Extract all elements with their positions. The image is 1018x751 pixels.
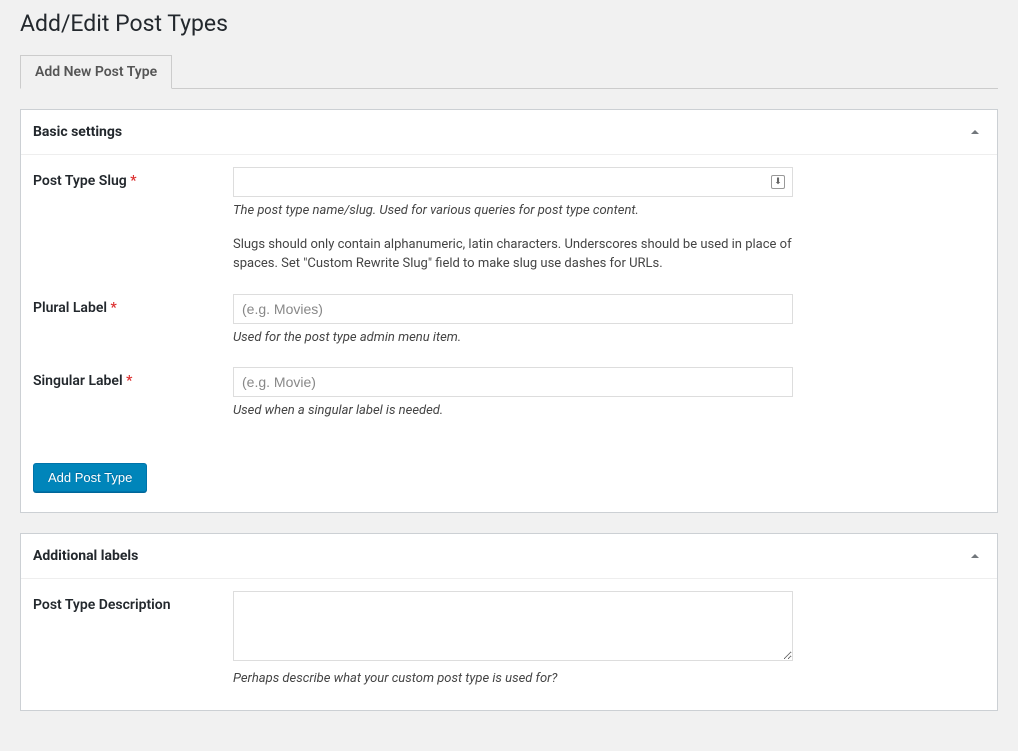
panel-basic-settings: Basic settings Post Type Slug * ⬇ The po… — [20, 109, 998, 513]
label-singular: Singular Label * — [33, 367, 233, 389]
collapse-icon[interactable] — [965, 546, 985, 566]
collapse-icon[interactable] — [965, 122, 985, 142]
panel-additional-header[interactable]: Additional labels — [21, 534, 997, 579]
tab-wrapper: Add New Post Type — [20, 55, 998, 89]
row-post-type-description: Post Type Description Perhaps describe w… — [33, 591, 985, 689]
row-post-type-slug: Post Type Slug * ⬇ The post type name/sl… — [33, 167, 985, 274]
row-plural-label: Plural Label * Used for the post type ad… — [33, 294, 985, 348]
page-title: Add/Edit Post Types — [20, 10, 998, 37]
input-singular-label[interactable] — [233, 367, 793, 397]
help-description-italic: Perhaps describe what your custom post t… — [233, 669, 813, 689]
row-singular-label: Singular Label * Used when a singular la… — [33, 367, 985, 421]
panel-basic-title: Basic settings — [33, 124, 122, 140]
help-singular-italic: Used when a singular label is needed. — [233, 401, 813, 421]
panel-additional-labels: Additional labels Post Type Description … — [20, 533, 998, 712]
help-slug-italic: The post type name/slug. Used for variou… — [233, 201, 813, 221]
required-mark: * — [130, 173, 136, 189]
add-post-type-button[interactable]: Add Post Type — [33, 463, 147, 492]
help-slug-text: Slugs should only contain alphanumeric, … — [233, 235, 813, 274]
label-plural: Plural Label * — [33, 294, 233, 316]
panel-basic-body: Post Type Slug * ⬇ The post type name/sl… — [21, 155, 997, 443]
input-plural-label[interactable] — [233, 294, 793, 324]
required-mark: * — [126, 373, 132, 389]
panel-additional-title: Additional labels — [33, 548, 138, 564]
panel-basic-header[interactable]: Basic settings — [21, 110, 997, 155]
input-post-type-slug[interactable] — [233, 167, 793, 197]
required-mark: * — [111, 300, 117, 316]
help-plural-italic: Used for the post type admin menu item. — [233, 328, 813, 348]
tab-add-new-post-type[interactable]: Add New Post Type — [20, 55, 172, 89]
textarea-post-type-description[interactable] — [233, 591, 793, 661]
panel-additional-body: Post Type Description Perhaps describe w… — [21, 579, 997, 711]
label-post-type-slug: Post Type Slug * — [33, 167, 233, 189]
label-description: Post Type Description — [33, 591, 233, 613]
